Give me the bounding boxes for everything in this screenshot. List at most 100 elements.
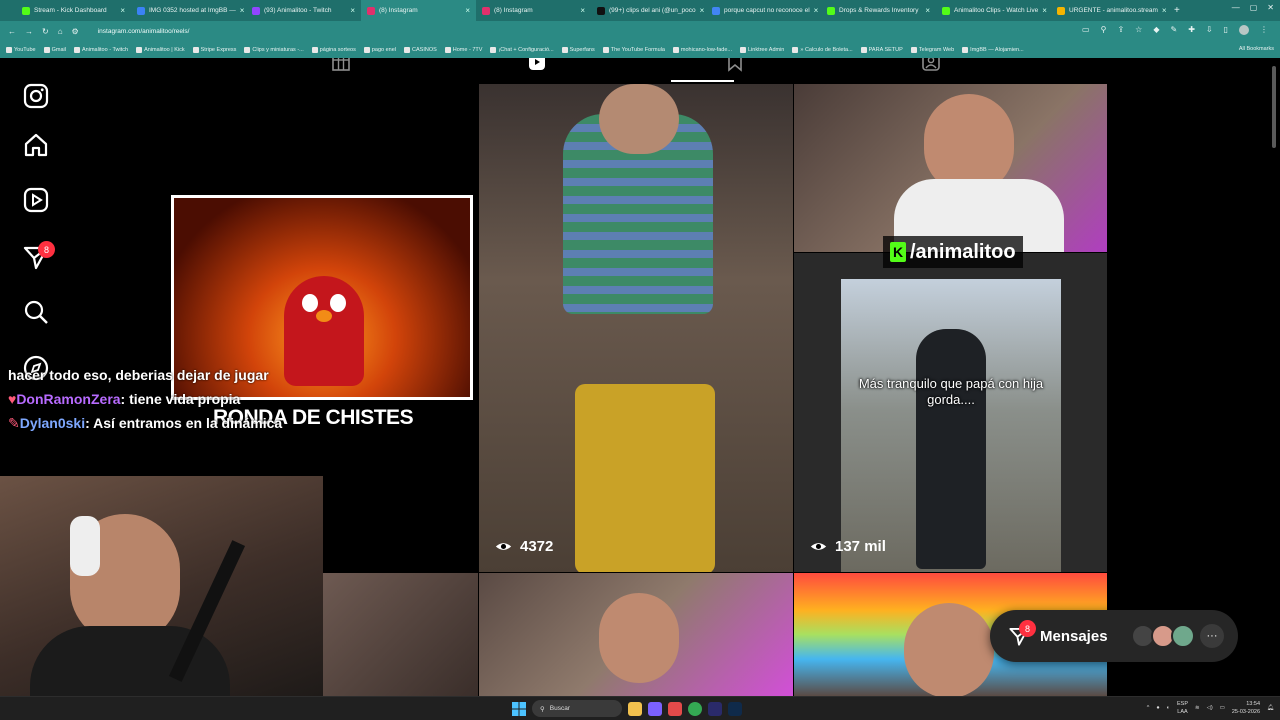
browser-tab[interactable]: (8) Instagram ×: [361, 0, 476, 21]
tab-tagged-icon[interactable]: [921, 58, 941, 72]
all-bookmarks-button[interactable]: All Bookmarks: [1239, 46, 1274, 52]
tab-close-icon[interactable]: ×: [700, 6, 705, 15]
browser-tab[interactable]: (8) Instagram ×: [476, 0, 591, 21]
downloads-icon[interactable]: ⇩: [1206, 25, 1213, 35]
instagram-logo-icon[interactable]: [22, 82, 50, 110]
reel-tile[interactable]: 4372: [479, 84, 793, 572]
browser-tab[interactable]: Drops & Rewards Inventory ×: [821, 0, 936, 21]
tab-close-icon[interactable]: ×: [580, 6, 585, 15]
search-nav-icon[interactable]: [22, 298, 50, 326]
bookmark-item[interactable]: pago enel: [363, 47, 396, 53]
wifi-icon[interactable]: ≋: [1195, 705, 1200, 711]
translate-icon[interactable]: ✎: [1170, 25, 1177, 35]
close-window-icon[interactable]: ✕: [1267, 3, 1274, 12]
tray-app-icon[interactable]: ◐: [1167, 705, 1170, 711]
tab-saved-icon[interactable]: [725, 58, 745, 72]
tab-reels-icon[interactable]: [527, 58, 547, 72]
notification-bell-icon[interactable]: 🔔︎: [1267, 705, 1274, 711]
browser-tab[interactable]: Stream - Kick Dashboard ×: [16, 0, 131, 21]
reel-tile[interactable]: [323, 573, 478, 696]
browser-tab[interactable]: (93) Animalitoo - Twitch ×: [246, 0, 361, 21]
home-icon[interactable]: ⌂: [58, 27, 63, 36]
app-icon[interactable]: [668, 701, 682, 716]
bookmark-item[interactable]: Stripe Express: [192, 47, 236, 53]
reel-tile[interactable]: [794, 84, 1107, 252]
bookmark-item[interactable]: Gmail: [43, 47, 66, 53]
tab-close-icon[interactable]: ×: [925, 6, 930, 15]
bookmark-star-icon[interactable]: ☆: [1135, 25, 1142, 35]
url-field[interactable]: instagram.com/animalitoo/reels/: [98, 28, 190, 35]
bookmark-item[interactable]: mohicano-low-fade...: [672, 47, 732, 53]
tray-app-icon[interactable]: ●: [1156, 705, 1159, 711]
tab-close-icon[interactable]: ×: [465, 6, 470, 15]
browser-tab[interactable]: porque capcut no reconoce el ×: [706, 0, 821, 21]
messages-more-icon[interactable]: ···: [1200, 624, 1224, 648]
reel-tile[interactable]: [479, 573, 793, 696]
bookmark-item[interactable]: Telegram Web: [910, 47, 954, 53]
share-icon[interactable]: ⇪: [1117, 25, 1124, 35]
browser-tab[interactable]: IMG 0352 hosted at ImgBB — ×: [131, 0, 246, 21]
bookmark-item[interactable]: ImgBB — Alojamien...: [962, 47, 1024, 53]
taskbar-search-placeholder: Buscar: [549, 705, 570, 712]
zoom-icon[interactable]: ⚲: [1101, 25, 1107, 35]
reload-icon[interactable]: ↻: [42, 27, 49, 36]
bookmark-item[interactable]: PARA SETUP: [860, 47, 903, 53]
tab-title: (99+) clips del ani (@un_poco: [609, 7, 696, 14]
bookmark-item[interactable]: Linktree Admin: [739, 47, 784, 53]
bookmark-item[interactable]: ¡Chat + Configuració...: [490, 47, 554, 53]
tab-close-icon[interactable]: ×: [120, 6, 125, 15]
new-tab-icon[interactable]: +: [1174, 5, 1180, 16]
clock[interactable]: 13:54 25-03-2026: [1232, 700, 1260, 716]
reel-tile[interactable]: 137 mil: [794, 253, 1107, 572]
tab-close-icon[interactable]: ×: [1042, 6, 1047, 15]
bookmark-item[interactable]: Home - 7TV: [444, 47, 482, 53]
chrome-icon[interactable]: [688, 701, 702, 716]
minimize-icon[interactable]: —: [1232, 3, 1240, 12]
tab-close-icon[interactable]: ×: [240, 6, 245, 15]
bookmark-item[interactable]: Animalitoo | Kick: [136, 47, 185, 53]
page-scrollbar[interactable]: [1272, 66, 1276, 148]
bookmark-item[interactable]: Animalitoo - Twitch: [74, 47, 128, 53]
home-nav-icon[interactable]: [22, 131, 50, 159]
volume-icon[interactable]: ◁): [1207, 705, 1213, 711]
photoshop-icon[interactable]: [728, 701, 742, 716]
profile-avatar[interactable]: [1239, 25, 1249, 35]
windows-start-icon[interactable]: [512, 701, 526, 716]
bookmark-favicon-icon: [962, 47, 969, 53]
bookmark-item[interactable]: » Calculo de Boleta...: [792, 47, 853, 53]
puzzle-icon[interactable]: ✚: [1188, 25, 1195, 35]
browser-tab[interactable]: (99+) clips del ani (@un_poco ×: [591, 0, 706, 21]
tab-favicon-icon: [252, 6, 260, 15]
back-icon[interactable]: ←: [8, 27, 16, 36]
bookmark-item[interactable]: Superfans: [561, 47, 595, 53]
bookmark-item[interactable]: Clips y miniaturas -...: [244, 47, 304, 53]
bookmark-item[interactable]: página sorteos: [311, 47, 356, 53]
bookmark-item[interactable]: YouTube: [6, 47, 36, 53]
reels-nav-icon[interactable]: [22, 186, 50, 214]
maximize-icon[interactable]: ▢: [1250, 3, 1258, 12]
tab-title: (8) Instagram: [494, 7, 533, 14]
premiere-icon[interactable]: [708, 701, 722, 716]
tab-close-icon[interactable]: ×: [1162, 6, 1166, 15]
tab-close-icon[interactable]: ×: [814, 6, 819, 15]
file-explorer-icon[interactable]: [628, 701, 642, 716]
battery-icon[interactable]: ▭: [1220, 705, 1225, 711]
forward-icon[interactable]: →: [25, 27, 33, 36]
tray-chevron-icon[interactable]: ^: [1147, 705, 1150, 711]
tab-close-icon[interactable]: ×: [350, 6, 355, 15]
taskbar-search[interactable]: ⚲ Buscar: [532, 700, 622, 717]
menu-icon[interactable]: ⋮: [1260, 25, 1268, 35]
language-indicator[interactable]: ESP LAA: [1177, 700, 1188, 716]
browser-tab[interactable]: Animalitoo Clips - Watch Live ×: [936, 0, 1051, 21]
app-icon[interactable]: [648, 701, 662, 716]
tab-posts-grid-icon[interactable]: [331, 58, 351, 72]
cast-icon[interactable]: ▭: [1082, 25, 1090, 35]
bookmark-item[interactable]: The YouTube Formula: [602, 47, 665, 53]
browser-tab[interactable]: URGENTE - animalitoo.stream ×: [1051, 0, 1166, 21]
side-panel-icon[interactable]: ▯: [1224, 25, 1228, 35]
extension-icon[interactable]: ◆: [1153, 25, 1159, 35]
site-info-icon[interactable]: ⚙: [72, 27, 79, 36]
bookmark-item[interactable]: CASINOS: [404, 47, 437, 53]
avatar[interactable]: [1171, 624, 1195, 648]
bookmark-favicon-icon: [444, 47, 451, 53]
